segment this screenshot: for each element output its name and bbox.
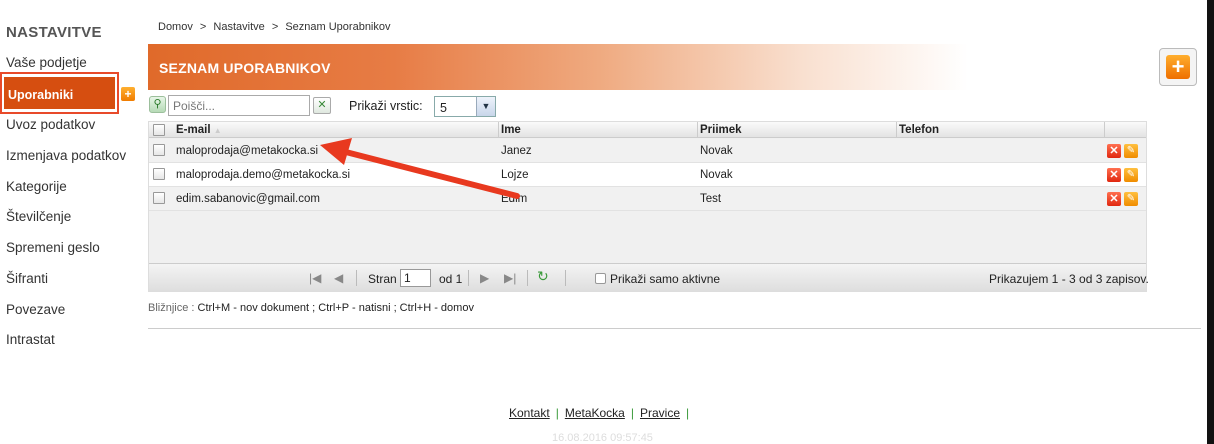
sidebar-item-izmenjava-podatkov[interactable]: Izmenjava podatkov bbox=[6, 148, 126, 163]
prev-page-icon[interactable]: ◀ bbox=[334, 271, 343, 285]
clear-icon[interactable]: ✕ bbox=[313, 97, 331, 114]
table-pager: |◀ ◀ Stran 1 od 1 ▶ ▶| ↻ Prikaži samo ak… bbox=[149, 263, 1149, 291]
select-all-checkbox[interactable] bbox=[153, 124, 165, 136]
sidebar-item-povezave[interactable]: Povezave bbox=[6, 302, 65, 317]
row-checkbox[interactable] bbox=[153, 192, 165, 204]
cell-priimek: Novak bbox=[700, 145, 733, 157]
sidebar-title: NASTAVITVE bbox=[6, 24, 102, 41]
footer-timestamp: 16.08.2016 09:57:45 bbox=[552, 432, 653, 444]
breadcrumb: Domov > Nastavitve > Seznam Uporabnikov bbox=[158, 21, 391, 33]
last-page-icon[interactable]: ▶| bbox=[504, 271, 516, 285]
row-checkbox[interactable] bbox=[153, 168, 165, 180]
sidebar-item-vase-podjetje[interactable]: Vaše podjetje bbox=[6, 55, 87, 70]
delete-icon[interactable]: ✕ bbox=[1107, 168, 1121, 182]
divider bbox=[148, 328, 1201, 329]
sidebar-item-uporabniki[interactable]: Uporabniki bbox=[4, 77, 115, 109]
footer-link-kontakt[interactable]: Kontakt bbox=[509, 406, 550, 420]
rows-per-page-label: Prikaži vrstic: bbox=[349, 99, 423, 113]
plus-icon: + bbox=[1166, 55, 1190, 79]
column-header-priimek[interactable]: Priimek bbox=[700, 124, 742, 136]
pencil-icon[interactable]: ✎ bbox=[1124, 192, 1138, 206]
footer-links: Kontakt | MetaKocka | Pravice | bbox=[509, 406, 690, 420]
cell-email: maloprodaja.demo@metakocka.si bbox=[176, 169, 351, 181]
active-only-label: Prikaži samo aktivne bbox=[610, 272, 721, 286]
pager-summary: Prikazujem 1 - 3 od 3 zapisov. bbox=[989, 272, 1149, 286]
page-number-input[interactable]: 1 bbox=[400, 269, 431, 287]
footer-link-pravice[interactable]: Pravice bbox=[640, 406, 680, 420]
sidebar-item-intrastat[interactable]: Intrastat bbox=[6, 332, 55, 347]
footer-link-metakocka[interactable]: MetaKocka bbox=[565, 406, 625, 420]
cell-email: maloprodaja@metakocka.si bbox=[176, 145, 319, 157]
breadcrumb-current: Seznam Uporabnikov bbox=[285, 21, 391, 33]
first-page-icon[interactable]: |◀ bbox=[309, 271, 321, 285]
column-header-email[interactable]: E-mail ▲ bbox=[176, 124, 222, 136]
pencil-icon[interactable]: ✎ bbox=[1124, 168, 1138, 182]
delete-icon[interactable]: ✕ bbox=[1107, 144, 1121, 158]
active-only-checkbox[interactable] bbox=[595, 273, 606, 284]
cell-ime: Janez bbox=[501, 145, 532, 157]
page-label: Stran bbox=[368, 272, 397, 286]
rows-per-page-value: 5 bbox=[440, 101, 447, 115]
keyboard-shortcuts: Bližnjice : Ctrl+M - nov dokument ; Ctrl… bbox=[148, 302, 474, 314]
search-icon: ⚲ bbox=[149, 96, 166, 113]
pencil-icon[interactable]: ✎ bbox=[1124, 144, 1138, 158]
column-header-telefon[interactable]: Telefon bbox=[899, 124, 939, 136]
next-page-icon[interactable]: ▶ bbox=[480, 271, 489, 285]
cell-priimek: Test bbox=[700, 193, 722, 205]
cell-ime: Lojze bbox=[501, 169, 529, 181]
cell-ime: Edim bbox=[501, 193, 528, 205]
page-of-label: od 1 bbox=[439, 272, 463, 286]
window-edge bbox=[1207, 0, 1214, 444]
sidebar-item-kategorije[interactable]: Kategorije bbox=[6, 179, 67, 194]
rows-per-page-select[interactable]: 5 ▼ bbox=[434, 96, 496, 117]
page-title: SEZNAM UPORABNIKOV bbox=[159, 60, 331, 76]
sidebar-item-uvoz-podatkov[interactable]: Uvoz podatkov bbox=[6, 117, 95, 132]
breadcrumb-separator: > bbox=[199, 21, 207, 33]
page-header-banner: SEZNAM UPORABNIKOV bbox=[148, 44, 968, 90]
sidebar-item-stevilcenje[interactable]: Številčenje bbox=[6, 209, 71, 224]
sidebar-item-spremeni-geslo[interactable]: Spremeni geslo bbox=[6, 240, 100, 255]
add-user-button[interactable]: + bbox=[1159, 48, 1197, 86]
cell-priimek: Novak bbox=[700, 169, 733, 181]
shortcuts-label: Bližnjice : bbox=[148, 302, 195, 314]
table-row[interactable]: maloprodaja.demo@metakocka.si Lojze Nova… bbox=[149, 163, 1146, 187]
breadcrumb-home[interactable]: Domov bbox=[158, 21, 193, 33]
row-checkbox[interactable] bbox=[153, 144, 165, 156]
sidebar-item-sifranti[interactable]: Šifranti bbox=[6, 271, 48, 286]
column-header-ime[interactable]: Ime bbox=[501, 124, 521, 136]
add-user-small-icon[interactable]: + bbox=[121, 87, 135, 101]
users-table: E-mail ▲ Ime Priimek Telefon maloprodaja… bbox=[148, 121, 1149, 292]
chevron-down-icon: ▼ bbox=[476, 97, 495, 116]
table-row[interactable]: maloprodaja@metakocka.si Janez Novak ✕ ✎ bbox=[149, 139, 1146, 163]
search-input[interactable] bbox=[168, 95, 310, 116]
breadcrumb-settings[interactable]: Nastavitve bbox=[213, 21, 264, 33]
annotation-highlight-box: Uporabniki bbox=[0, 72, 119, 114]
breadcrumb-separator: > bbox=[271, 21, 279, 33]
refresh-icon[interactable]: ↻ bbox=[537, 268, 549, 285]
cell-email: edim.sabanovic@gmail.com bbox=[176, 193, 320, 205]
table-row[interactable]: edim.sabanovic@gmail.com Edim Test ✕ ✎ bbox=[149, 187, 1146, 211]
table-header: E-mail ▲ Ime Priimek Telefon bbox=[149, 122, 1146, 138]
shortcuts-text: Ctrl+M - nov dokument ; Ctrl+P - natisni… bbox=[197, 302, 474, 314]
delete-icon[interactable]: ✕ bbox=[1107, 192, 1121, 206]
